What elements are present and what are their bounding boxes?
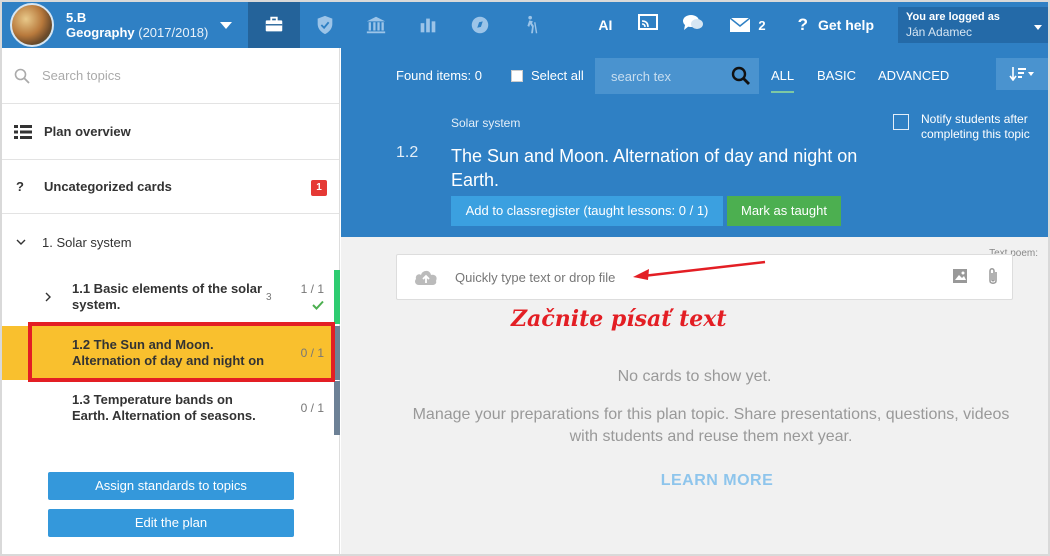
topic-number: 1.2 [396,144,419,161]
plan-overview-label: Plan overview [44,124,131,139]
empty-state-title: No cards to show yet. [617,368,772,385]
learn-more-link[interactable]: LEARN MORE [341,472,1048,490]
uncategorized-badge: 1 [311,180,327,196]
add-to-classregister-button[interactable]: Add to classregister (taught lessons: 0 … [451,196,723,226]
chat-icon[interactable] [682,14,704,37]
briefcase-icon[interactable] [248,2,300,48]
topic-status-bar [334,270,340,324]
subject-name: Geography [66,25,135,40]
shield-check-icon[interactable] [300,2,350,48]
highlight-box [28,322,335,382]
class-info: 5.B Geography (2017/2018) [66,10,208,40]
section-label: 1. Solar system [42,234,132,250]
class-selector[interactable]: 5.B Geography (2017/2018) [2,2,248,48]
topic-1-1[interactable]: 1.1 Basic elements of the solar system. … [2,270,340,324]
main-panel: Found items: 0 Select all ALL BASIC ADVA… [341,48,1048,554]
user-name: Ján Adamec [906,25,973,39]
image-icon[interactable] [952,268,968,284]
search-icon[interactable] [731,66,751,86]
paperclip-icon[interactable] [986,267,1000,287]
sidebar: Plan overview ? Uncategorized cards 1 1.… [2,48,340,554]
app-frame: 5.B Geography (2017/2018) AI 2 ? Get hel… [0,0,1050,556]
cloud-upload-icon[interactable] [413,268,439,286]
chevron-right-icon[interactable] [44,292,52,302]
nav-right: AI 2 ? Get help You are logged as Ján Ad… [598,2,1048,48]
topic-title: 1.1 Basic elements of the solar system. [72,281,263,312]
topic-search [2,48,339,104]
bar-chart-icon[interactable] [402,2,454,48]
notify-students[interactable]: Notify students after completing this to… [893,112,1047,142]
topic-progress: 0 / 1 [300,401,324,415]
filter-bar: Found items: 0 Select all ALL BASIC ADVA… [341,48,1048,104]
list-icon [14,124,32,139]
check-icon [312,300,324,310]
card-search-input[interactable] [611,68,721,84]
bank-icon[interactable] [350,2,402,48]
class-avatar [10,3,54,47]
topic-title: 1.3 Temperature bands on Earth. Alternat… [72,392,256,423]
uncategorized-label: Uncategorized cards [44,179,172,194]
notify-label: Notify students after completing this to… [921,112,1030,141]
annotation-text: Začnite písať text [511,306,727,332]
topic-header: Found items: 0 Select all ALL BASIC ADVA… [341,48,1048,237]
chevron-down-icon[interactable] [16,238,26,246]
mark-as-taught-button[interactable]: Mark as taught [727,196,841,226]
annotation-arrow-icon [633,260,766,280]
logged-as-label: You are logged as [906,11,1000,23]
topic-subcount: 3 [266,292,272,303]
ai-button[interactable]: AI [598,17,612,33]
help-link[interactable]: ? Get help [798,15,874,35]
class-name: 5.B [66,10,87,25]
empty-state-description: Manage your preparations for this plan t… [412,406,1010,445]
message-count[interactable]: 2 [758,18,765,33]
cast-icon[interactable] [638,13,659,37]
notify-checkbox[interactable] [893,114,909,130]
uncategorized-cards-link[interactable]: ? Uncategorized cards 1 [2,160,339,214]
breadcrumb[interactable]: Solar system [451,116,520,130]
help-icon: ? [797,15,808,34]
compass-icon[interactable] [454,2,506,48]
school-year: (2017/2018) [138,25,209,40]
plan-overview-link[interactable]: Plan overview [2,104,339,160]
user-menu-caret-icon [1034,25,1042,30]
tab-basic[interactable]: BASIC [817,68,856,83]
select-all[interactable]: Select all [511,68,584,83]
select-all-checkbox[interactable] [511,69,523,82]
help-label: Get help [817,17,874,33]
hiking-icon[interactable] [506,2,558,48]
topic-1-3[interactable]: 1.3 Temperature bands on Earth. Alternat… [2,381,340,435]
composer-placeholder[interactable]: Quickly type text or drop file [455,270,615,285]
caret-down-icon[interactable] [220,21,233,29]
topic-progress: 1 / 1 [300,282,324,296]
top-nav: 5.B Geography (2017/2018) AI 2 ? Get hel… [2,2,1048,48]
sort-icon [1009,67,1034,81]
select-all-label: Select all [531,68,584,83]
tab-advanced[interactable]: ADVANCED [878,68,949,83]
topic-search-input[interactable] [42,68,302,83]
page-title: The Sun and Moon. Alternation of day and… [451,146,858,190]
tab-all[interactable]: ALL [771,68,795,93]
question-mark-icon: ? [16,179,24,194]
mail-icon[interactable] [730,18,751,32]
topic-status-bar [334,381,340,435]
section-solar-system[interactable]: 1. Solar system [2,214,339,270]
edit-plan-button[interactable]: Edit the plan [48,509,294,537]
search-icon [14,68,30,84]
card-search [595,58,759,94]
sort-button[interactable] [996,58,1048,90]
found-items: Found items: 0 [396,68,482,83]
user-menu[interactable]: You are logged as Ján Adamec [898,7,1048,43]
assign-standards-button[interactable]: Assign standards to topics [48,472,294,500]
